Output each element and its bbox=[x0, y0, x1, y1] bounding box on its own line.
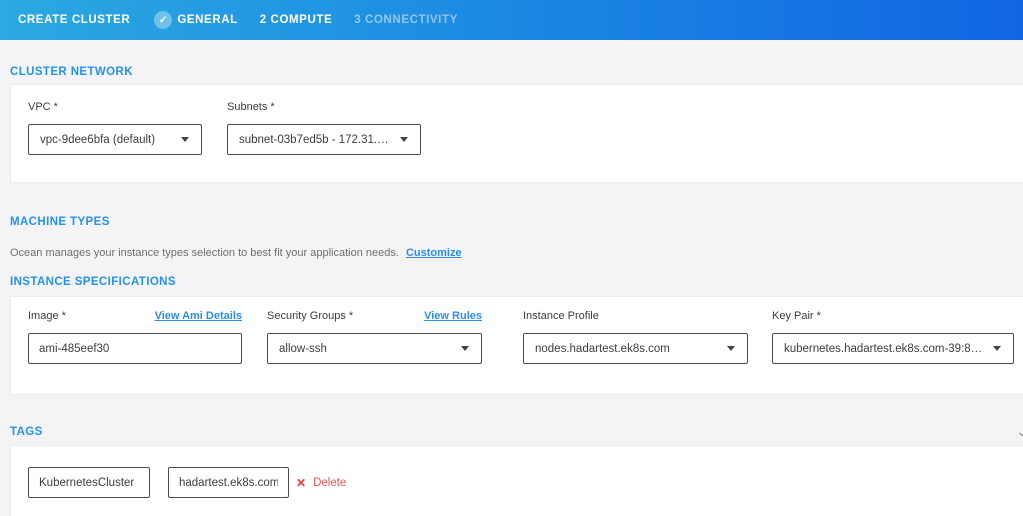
image-label: Image * bbox=[28, 310, 66, 322]
subnets-label: Subnets * bbox=[227, 101, 275, 113]
security-groups-value: allow-ssh bbox=[279, 343, 327, 355]
tags-card bbox=[10, 445, 1023, 516]
tag-row bbox=[28, 467, 150, 498]
caret-down-icon bbox=[993, 346, 1001, 351]
subnets-select[interactable]: subnet-03b7ed5b - 172.31.0.0/20 ... bbox=[227, 124, 421, 155]
tab-connectivity-label: 3 CONNECTIVITY bbox=[354, 14, 458, 26]
instance-profile-value: nodes.hadartest.ek8s.com bbox=[535, 343, 670, 355]
image-field: Image * View Ami Details bbox=[28, 310, 242, 364]
instance-profile-label: Instance Profile bbox=[523, 310, 599, 322]
tag-value-input[interactable] bbox=[168, 467, 289, 498]
machine-types-description: Ocean manages your instance types select… bbox=[10, 247, 462, 259]
delete-tag-label: Delete bbox=[313, 477, 346, 489]
subnets-field: Subnets * subnet-03b7ed5b - 172.31.0.0/2… bbox=[227, 101, 421, 155]
instance-specifications-title: INSTANCE SPECIFICATIONS bbox=[10, 276, 176, 288]
security-groups-label: Security Groups * bbox=[267, 310, 353, 322]
machine-types-title: MACHINE TYPES bbox=[10, 216, 110, 228]
view-ami-details-link[interactable]: View Ami Details bbox=[155, 310, 242, 322]
tab-general[interactable]: ✓ GENERAL bbox=[154, 11, 237, 29]
create-cluster-page: CREATE CLUSTER ✓ GENERAL 2 COMPUTE 3 CON… bbox=[0, 0, 1023, 516]
collapse-caret-icon[interactable]: ⌄ bbox=[1016, 424, 1023, 438]
vpc-select[interactable]: vpc-9dee6bfa (default) bbox=[28, 124, 202, 155]
key-pair-field: Key Pair * kubernetes.hadartest.ek8s.com… bbox=[772, 310, 1014, 364]
tab-compute[interactable]: 2 COMPUTE bbox=[260, 14, 333, 26]
vpc-value: vpc-9dee6bfa (default) bbox=[40, 134, 155, 146]
view-rules-link[interactable]: View Rules bbox=[424, 310, 482, 322]
check-icon: ✓ bbox=[154, 11, 172, 29]
instance-profile-select[interactable]: nodes.hadartest.ek8s.com bbox=[523, 333, 748, 364]
subnets-value: subnet-03b7ed5b - 172.31.0.0/20 ... bbox=[239, 134, 392, 146]
tag-key-input[interactable] bbox=[28, 467, 150, 498]
tab-connectivity[interactable]: 3 CONNECTIVITY bbox=[354, 14, 458, 26]
caret-down-icon bbox=[400, 137, 408, 142]
caret-down-icon bbox=[727, 346, 735, 351]
security-groups-field: Security Groups * View Rules allow-ssh bbox=[267, 310, 482, 364]
tab-compute-label: 2 COMPUTE bbox=[260, 14, 333, 26]
delete-tag-button[interactable]: ✕ Delete bbox=[296, 477, 346, 489]
key-pair-select[interactable]: kubernetes.hadartest.ek8s.com-39:84:a5:9… bbox=[772, 333, 1014, 364]
key-pair-value: kubernetes.hadartest.ek8s.com-39:84:a5:9… bbox=[784, 343, 985, 355]
caret-down-icon bbox=[181, 137, 189, 142]
caret-down-icon bbox=[461, 346, 469, 351]
vpc-label: VPC * bbox=[28, 101, 58, 113]
machine-types-description-text: Ocean manages your instance types select… bbox=[10, 247, 399, 259]
page-title: CREATE CLUSTER bbox=[18, 14, 130, 26]
tab-general-label: GENERAL bbox=[177, 14, 237, 26]
delete-x-icon: ✕ bbox=[296, 477, 306, 489]
wizard-header: CREATE CLUSTER ✓ GENERAL 2 COMPUTE 3 CON… bbox=[0, 0, 1023, 40]
security-groups-select[interactable]: allow-ssh bbox=[267, 333, 482, 364]
tag-value-wrap bbox=[168, 467, 289, 498]
instance-profile-field: Instance Profile nodes.hadartest.ek8s.co… bbox=[523, 310, 748, 364]
wizard-steps: ✓ GENERAL 2 COMPUTE 3 CONNECTIVITY bbox=[154, 11, 458, 29]
customize-link[interactable]: Customize bbox=[406, 247, 462, 259]
key-pair-label: Key Pair * bbox=[772, 310, 821, 322]
image-input[interactable] bbox=[28, 333, 242, 364]
cluster-network-title: CLUSTER NETWORK bbox=[10, 66, 133, 78]
vpc-field: VPC * vpc-9dee6bfa (default) bbox=[28, 101, 202, 155]
tags-title: TAGS bbox=[10, 426, 43, 438]
